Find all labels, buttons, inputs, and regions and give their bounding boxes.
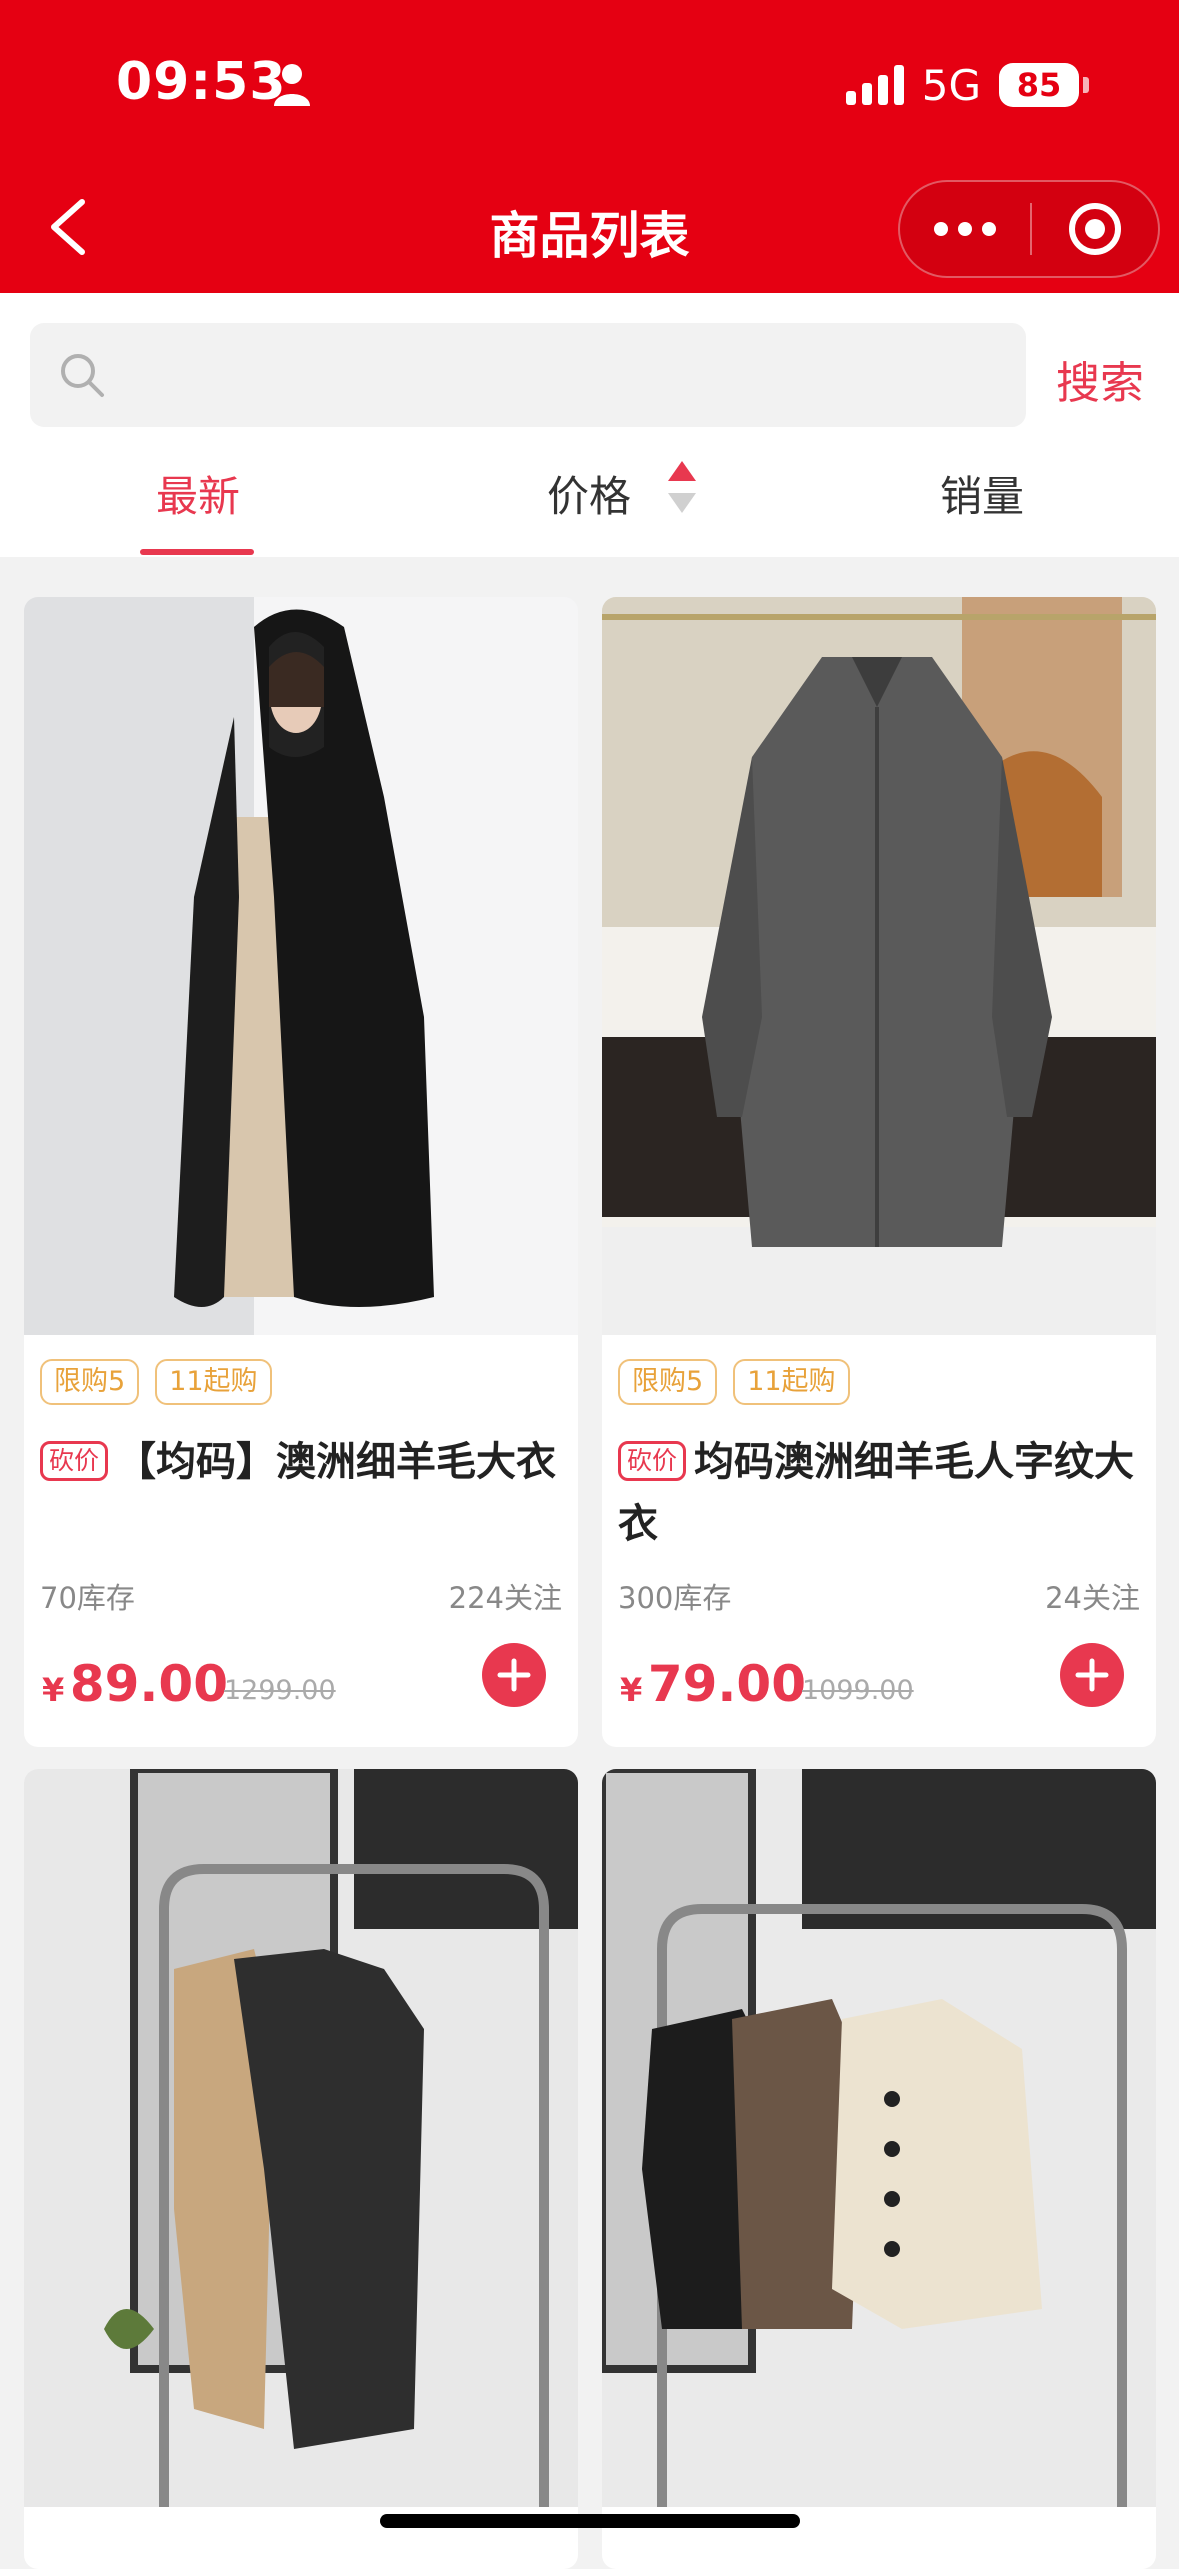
active-tab-underline	[140, 549, 254, 555]
plus-icon	[1075, 1658, 1109, 1692]
home-indicator	[380, 2514, 800, 2528]
more-icon[interactable]	[900, 182, 1030, 276]
sort-tabs: 最新 价格 销量	[0, 453, 1179, 557]
miniprogram-capsule	[898, 180, 1160, 278]
limit-tag: 限购5	[618, 1359, 718, 1405]
product-title-text: 【均码】澳洲细羊毛大衣	[116, 1439, 557, 1485]
original-price: 1099.00	[802, 1675, 914, 1706]
tab-sales[interactable]: 销量	[940, 463, 1024, 524]
stock-count: 70库存	[40, 1581, 135, 1615]
search-section: 搜索 最新 价格 销量	[0, 293, 1179, 557]
follow-count: 24关注	[1045, 1581, 1140, 1615]
search-button[interactable]: 搜索	[1056, 347, 1144, 411]
product-card[interactable]: 限购5 11起购 砍价 均码澳洲细羊毛人字纹大衣 300库存 24关注 ¥ 79.…	[602, 597, 1156, 1747]
currency-symbol: ¥	[42, 1671, 65, 1709]
status-indicators: 5G 85	[845, 58, 1089, 112]
current-price: ¥ 79.00	[620, 1655, 806, 1713]
currency-symbol: ¥	[620, 1671, 643, 1709]
product-tags: 限购5 11起购	[40, 1359, 272, 1405]
signal-icon	[845, 65, 904, 105]
tab-price[interactable]: 价格	[547, 463, 631, 524]
min-order-tag: 11起购	[733, 1359, 850, 1405]
sort-arrows-icon[interactable]	[666, 459, 698, 515]
product-title[interactable]: 砍价 【均码】澳洲细羊毛大衣	[40, 1431, 560, 1493]
header: 09:53 5G 85 商品列表	[0, 0, 1179, 293]
add-to-cart-button[interactable]	[482, 1643, 546, 1707]
min-order-tag: 11起购	[155, 1359, 272, 1405]
product-image[interactable]	[24, 597, 578, 1335]
battery-icon: 85	[999, 63, 1089, 107]
product-title[interactable]: 砍价 均码澳洲细羊毛人字纹大衣	[618, 1431, 1138, 1555]
product-image[interactable]	[24, 1769, 578, 2507]
network-type: 5G	[921, 60, 981, 110]
product-card[interactable]	[602, 1769, 1156, 2569]
product-image[interactable]	[602, 1769, 1156, 2507]
price-value: 79.00	[647, 1655, 806, 1713]
original-price: 1299.00	[224, 1675, 336, 1706]
current-price: ¥ 89.00	[42, 1655, 228, 1713]
product-card[interactable]: 限购5 11起购 砍价 【均码】澳洲细羊毛大衣 70库存 224关注 ¥ 89.0…	[24, 597, 578, 1747]
close-target-icon[interactable]	[1032, 182, 1158, 276]
add-to-cart-button[interactable]	[1060, 1643, 1124, 1707]
search-box[interactable]	[30, 323, 1026, 427]
product-tags: 限购5 11起购	[618, 1359, 850, 1405]
battery-level: 85	[1016, 66, 1062, 104]
bargain-badge: 砍价	[40, 1441, 109, 1481]
plus-icon	[497, 1658, 531, 1692]
bargain-badge: 砍价	[618, 1441, 687, 1481]
search-icon	[61, 354, 104, 397]
follow-count: 224关注	[448, 1581, 562, 1615]
product-title-text: 均码澳洲细羊毛人字纹大衣	[618, 1439, 1135, 1547]
limit-tag: 限购5	[40, 1359, 140, 1405]
search-input[interactable]	[126, 323, 1006, 427]
product-card[interactable]	[24, 1769, 578, 2569]
stock-count: 300库存	[618, 1581, 732, 1615]
product-image[interactable]	[602, 597, 1156, 1335]
tab-newest[interactable]: 最新	[156, 463, 240, 524]
person-icon	[274, 64, 310, 106]
price-value: 89.00	[69, 1655, 228, 1713]
status-time: 09:53	[116, 52, 287, 112]
